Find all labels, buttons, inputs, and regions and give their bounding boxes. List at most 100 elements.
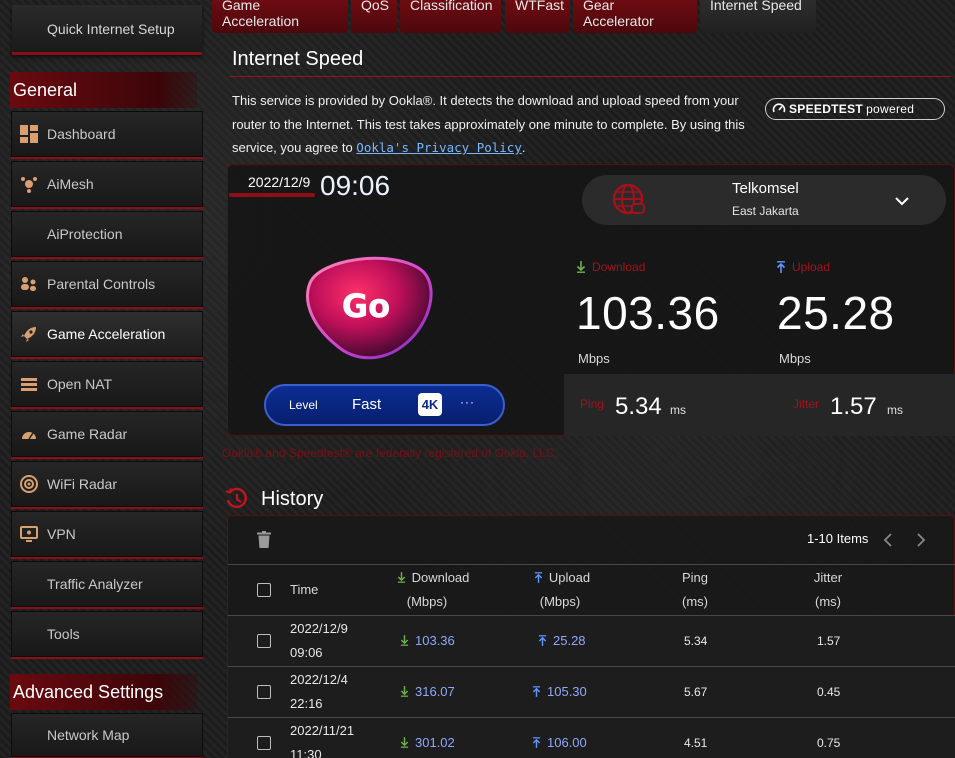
rocket-icon (19, 324, 39, 344)
select-all-checkbox[interactable] (257, 583, 271, 597)
row-upload: 105.30 (532, 684, 587, 699)
download-label-text: Download (592, 260, 646, 274)
sidebar-item-wifi-radar[interactable]: WiFi Radar (11, 461, 203, 509)
go-button[interactable]: Go (300, 253, 434, 363)
sidebar-item-label: Traffic Analyzer (47, 576, 143, 592)
tab-wtfast[interactable]: WTFast (505, 0, 570, 33)
upload-label-text: Upload (792, 260, 831, 274)
row-checkbox[interactable] (257, 685, 271, 699)
general-title-text: General (13, 79, 78, 100)
sidebar-item-dashboard[interactable]: Dashboard (11, 111, 203, 159)
jitter-label: Jitter (793, 397, 820, 411)
upload-arrow-icon (534, 572, 543, 583)
row-ping: 5.34 (684, 634, 708, 648)
test-time: 09:06 (320, 170, 391, 201)
tab-label: QoS (361, 0, 390, 13)
quick-internet-setup-label: Quick Internet Setup (47, 20, 175, 37)
previous-page-icon[interactable] (882, 532, 894, 548)
sidebar-item-tools[interactable]: Tools (11, 611, 203, 659)
tab-label: Gear Accelerator (583, 0, 654, 29)
ping-label: Ping (580, 397, 605, 411)
tab-qos[interactable]: QoS (351, 0, 397, 33)
next-page-icon[interactable] (915, 532, 927, 548)
more-options-icon[interactable]: ··· (460, 395, 475, 409)
column-header-download-unit: (Mbps) (406, 594, 448, 609)
download-arrow-icon (400, 737, 409, 748)
sidebar-item-game-radar[interactable]: Game Radar (11, 411, 203, 459)
row-download: 301.02 (400, 735, 455, 750)
service-description: This service is provided by Ookla®. It d… (232, 89, 752, 160)
history-icon (225, 487, 247, 509)
column-header-upload-label: Upload (548, 570, 591, 585)
title-divider (229, 76, 951, 77)
tab-internet-speed[interactable]: Internet Speed (700, 0, 816, 33)
game-radar-icon (19, 424, 39, 444)
column-header-download-label: Download (411, 570, 470, 585)
sidebar-item-label: Open NAT (47, 376, 113, 392)
upload-unit: Mbps (779, 351, 811, 366)
tab-label: Internet Speed (710, 0, 802, 13)
row-download-value: 301.02 (415, 735, 455, 750)
row-jitter: 1.57 (817, 634, 841, 648)
row-download: 103.36 (400, 633, 455, 648)
sidebar-item-label: VPN (47, 526, 76, 542)
row-date: 2022/11/21 (290, 723, 355, 738)
history-title: History (261, 488, 324, 510)
sidebar-item-game-acceleration[interactable]: Game Acceleration (11, 311, 203, 359)
sidebar-item-label: AiProtection (47, 226, 123, 242)
sidebar-item-open-nat[interactable]: Open NAT (11, 361, 203, 409)
row-upload: 25.28 (538, 633, 586, 648)
row-upload-value: 106.00 (547, 735, 587, 750)
row-time: 11:30 (290, 747, 322, 758)
table-divider (228, 564, 955, 565)
tab-gear-accelerator[interactable]: Gear Accelerator (573, 0, 697, 33)
sidebar-item-label: Game Radar (47, 426, 128, 442)
row-time: 22:16 (290, 696, 323, 711)
jitter-value: 1.57 (830, 393, 877, 420)
sidebar-item-parental-controls[interactable]: Parental Controls (11, 261, 203, 309)
tab-game-acceleration[interactable]: Game Acceleration (212, 0, 348, 33)
column-header-time: Time (290, 582, 319, 597)
sidebar-item-aiprotection[interactable]: AiProtection (11, 211, 203, 259)
column-header-jitter-unit: (ms) (815, 594, 841, 609)
sidebar-item-label: Parental Controls (47, 276, 156, 292)
sidebar-item-label: Dashboard (47, 126, 116, 142)
chevron-down-icon[interactable] (893, 192, 911, 210)
row-jitter: 0.45 (817, 685, 841, 699)
dashboard-icon (19, 124, 39, 144)
privacy-policy-link[interactable]: Ookla's Privacy Policy (356, 140, 522, 155)
column-header-upload: Upload (527, 570, 597, 585)
column-header-ping-unit: (ms) (682, 594, 708, 609)
quick-internet-setup-button[interactable]: Quick Internet Setup (12, 5, 202, 55)
sidebar-item-network-map[interactable]: Network Map (11, 713, 203, 758)
level-value: Fast (352, 396, 382, 413)
row-download-value: 316.07 (415, 684, 455, 699)
tab-classification[interactable]: Classification (400, 0, 501, 33)
download-arrow-icon (400, 635, 409, 646)
page-title: Internet Speed (232, 48, 364, 70)
sidebar-item-vpn[interactable]: VPN (11, 511, 203, 559)
advanced-settings-section-title: Advanced Settings (10, 674, 197, 710)
delete-trash-icon[interactable] (257, 531, 271, 548)
column-header-upload-unit: (Mbps) (539, 594, 581, 609)
tab-label: Classification (410, 0, 493, 13)
sidebar-item-label: WiFi Radar (47, 476, 118, 492)
4k-badge: 4K (418, 393, 442, 416)
row-checkbox[interactable] (257, 634, 271, 648)
aimesh-icon (19, 174, 39, 194)
sidebar-item-traffic-analyzer[interactable]: Traffic Analyzer (11, 561, 203, 609)
trademark-notice: Ookla® and Speedtest® are federally regi… (222, 446, 558, 460)
row-time: 09:06 (290, 645, 323, 660)
open-nat-icon (19, 374, 39, 394)
sidebar-item-label: AiMesh (47, 176, 94, 192)
description-end: . (521, 140, 526, 155)
upload-arrow-icon (538, 635, 547, 646)
row-upload: 106.00 (532, 735, 587, 750)
row-checkbox[interactable] (257, 736, 271, 750)
upload-value: 25.28 (777, 287, 895, 339)
sidebar-item-aimesh[interactable]: AiMesh (11, 161, 203, 209)
general-section-title: General (10, 72, 197, 108)
wifi-radar-icon (19, 474, 39, 494)
download-value: 103.36 (576, 287, 720, 339)
download-arrow-icon (576, 261, 586, 273)
